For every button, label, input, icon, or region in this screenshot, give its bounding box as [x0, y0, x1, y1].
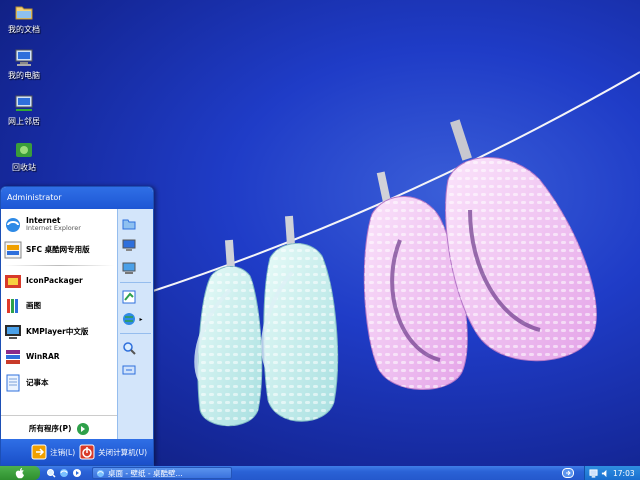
start-item-iconpackager[interactable]: IconPackager — [4, 268, 114, 294]
submenu-arrow-icon: ▸ — [139, 315, 143, 323]
green-arrow-icon — [77, 422, 90, 435]
desktop-icon-label: 回收站 — [12, 163, 36, 172]
notepad-icon — [6, 374, 20, 392]
place-run[interactable] — [118, 359, 153, 381]
place-search[interactable] — [118, 337, 153, 359]
my-computer-icon — [15, 49, 33, 66]
shutdown-button[interactable]: 关闭计算机(U) — [79, 444, 147, 460]
internet-explorer-icon — [96, 469, 105, 477]
taskbar-window-button[interactable]: 桌面 - 壁纸 - 桌酷壁... — [92, 467, 232, 479]
all-programs-button[interactable]: 所有程序(P) — [1, 415, 118, 441]
start-item-label: IconPackager — [26, 275, 83, 285]
logoff-button[interactable]: 注销(L) — [31, 444, 75, 460]
quick-launch — [46, 468, 82, 478]
apple-logo-icon — [15, 467, 24, 478]
desktop-icon-label: 网上邻居 — [8, 117, 40, 126]
kmplayer-icon — [5, 324, 21, 339]
logoff-icon — [31, 444, 47, 460]
desktop-icon-label: 我的文档 — [8, 25, 40, 34]
computer-icon — [122, 239, 136, 251]
start-item-kmplayer[interactable]: KMPlayer中文版 — [4, 319, 114, 345]
sfc-icon — [4, 241, 22, 259]
start-item-sfc[interactable]: SFC 桌酷网专用版 — [4, 238, 114, 264]
start-item-sublabel: Internet Explorer — [26, 224, 81, 233]
system-tray: 17:03 — [584, 466, 640, 480]
places-separator — [120, 282, 151, 283]
place-documents[interactable] — [118, 213, 153, 235]
start-menu-places: ▸ — [117, 209, 153, 441]
desktop-icon-my-documents[interactable]: 我的文档 — [2, 2, 46, 35]
my-documents-icon — [15, 6, 33, 20]
start-item-label: 画图 — [26, 301, 41, 311]
desktop-icon-recycle-bin[interactable]: 回收站 — [2, 140, 46, 173]
show-hidden-icons-button[interactable] — [562, 468, 574, 478]
start-item-winrar[interactable]: WinRAR — [4, 345, 114, 371]
folder-icon — [122, 219, 136, 230]
place-network[interactable]: ▸ — [118, 308, 153, 330]
clock[interactable]: 17:03 — [613, 469, 635, 478]
place-computer[interactable] — [118, 235, 153, 257]
internet-explorer-icon — [6, 217, 20, 232]
shutdown-label: 关闭计算机(U) — [98, 447, 147, 457]
start-menu-user: Administrator — [1, 187, 153, 209]
paint-icon — [7, 299, 18, 314]
desktop-icon-label: 我的电脑 — [8, 71, 40, 80]
iconpackager-icon — [5, 274, 21, 288]
start-item-label: 记事本 — [26, 377, 49, 387]
recycle-bin-icon — [16, 143, 32, 157]
search-icon[interactable] — [46, 468, 56, 478]
place-control-panel[interactable] — [118, 286, 153, 308]
power-icon — [79, 444, 95, 460]
start-button[interactable] — [0, 466, 40, 480]
desktop-icon-network-places[interactable]: 网上邻居 — [2, 94, 46, 127]
winrar-icon — [6, 350, 20, 365]
internet-explorer-icon[interactable] — [59, 468, 69, 478]
control-panel-icon — [122, 290, 136, 304]
places-separator — [120, 333, 151, 334]
taskbar: 桌面 - 壁纸 - 桌酷壁... 17:03 — [0, 466, 640, 480]
place-monitor[interactable] — [118, 257, 153, 279]
start-menu-programs: Internet Internet Explorer SFC 桌酷网专用版 Ico… — [1, 209, 118, 441]
search-icon — [123, 342, 137, 355]
taskbar-window-label: 桌面 - 壁纸 - 桌酷壁... — [108, 468, 183, 478]
network-tray-icon[interactable] — [589, 468, 598, 478]
start-item-internet[interactable]: Internet Internet Explorer — [4, 212, 114, 238]
network-places-icon — [15, 95, 33, 111]
start-item-label: WinRAR — [26, 352, 60, 362]
network-globe-icon — [123, 313, 136, 325]
volume-icon[interactable] — [601, 469, 610, 478]
start-menu-footer: 注销(L) 关闭计算机(U) — [1, 439, 153, 465]
monitor-icon — [122, 262, 136, 274]
start-item-notepad[interactable]: 记事本 — [4, 370, 114, 396]
logoff-label: 注销(L) — [50, 447, 76, 457]
start-item-label: KMPlayer中文版 — [26, 326, 89, 336]
start-menu-separator — [4, 265, 115, 266]
run-icon — [122, 365, 136, 375]
start-menu: Administrator Internet Internet Explorer … — [0, 186, 154, 466]
cyan-flipflops — [194, 215, 339, 427]
start-item-paint[interactable]: 画图 — [4, 294, 114, 320]
all-programs-label: 所有程序(P) — [29, 424, 72, 433]
media-player-icon[interactable] — [72, 468, 82, 478]
desktop-icon-my-computer[interactable]: 我的电脑 — [2, 48, 46, 81]
start-item-label: SFC 桌酷网专用版 — [26, 245, 90, 255]
pink-flipflops — [363, 119, 597, 390]
